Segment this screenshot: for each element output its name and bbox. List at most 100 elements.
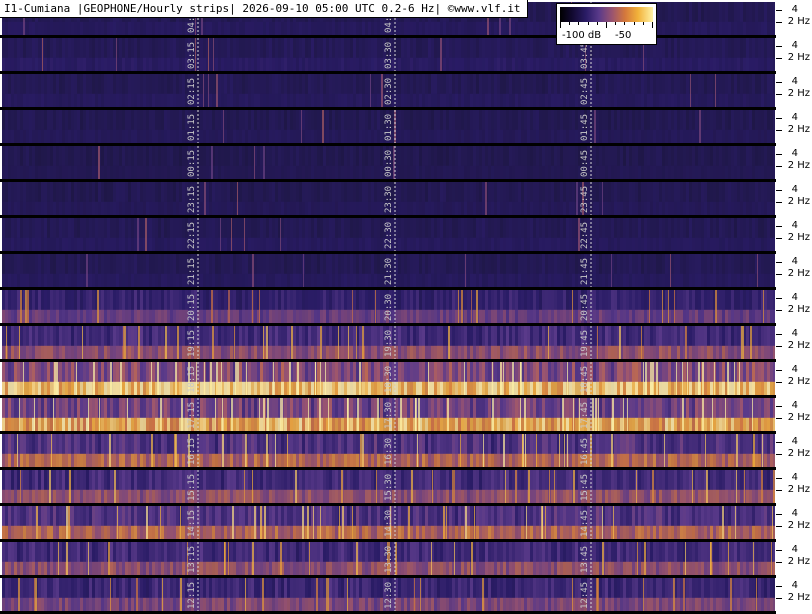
axis-tick [776,346,782,347]
time-label: 00:30 [384,150,394,177]
time-label: 23:45 [580,186,590,213]
time-label: 00:45 [580,150,590,177]
time-label: 13:45 [580,546,590,573]
axis-tick [776,130,782,131]
axis-tick [776,562,782,563]
axis-tick-label: 4 [792,41,798,51]
colorbar-tick [560,22,561,28]
axis-tick-label: 4 [792,185,798,195]
colorbar-tick [643,22,644,25]
axis-tick [776,46,782,47]
time-label: 20:30 [384,294,394,321]
frequency-axis: 4 2 Hz [776,38,812,71]
frequency-axis: 42 Hz [776,542,812,575]
axis-tick-label: 2 Hz [788,341,810,351]
axis-tick [776,490,782,491]
time-label: 16:30 [384,438,394,465]
colorbar-tick [597,22,598,25]
axis-tick-label: 2 Hz [788,125,810,135]
time-label: 19:15 [187,330,197,357]
time-label: 14:15 [187,510,197,537]
axis-tick [776,154,782,155]
time-label: 20:45 [580,294,590,321]
frequency-axis: 4 2 Hz [776,362,812,395]
colorbar-tick [588,22,589,25]
colorbar-tick [634,22,635,25]
frequency-axis: 42 Hz [776,398,812,431]
axis-tick-label: 4 [792,77,798,87]
time-label: 17:15 [187,402,197,429]
axis-tick-label: 2 Hz [788,305,810,315]
axis-tick-label: 4 [792,149,798,159]
colorbar-tick [578,22,579,25]
time-label: 16:45 [580,438,590,465]
axis-tick-label: 4 [792,509,798,519]
axis-tick-label: 2 Hz [788,53,810,63]
frequency-axis: 42 Hz [776,290,812,323]
axis-tick [776,22,782,23]
time-label: 18:45 [580,366,590,393]
time-label: 12:30 [384,582,394,609]
axis-tick-label: 4 [792,257,798,267]
time-label: 18:15 [187,366,197,393]
frequency-axis: 42 Hz [776,506,812,539]
time-label: 15:15 [187,474,197,501]
axis-tick [776,586,782,587]
time-label: 21:30 [384,258,394,285]
axis-tick-label: 4 [792,545,798,555]
axis-tick [776,298,782,299]
colorbar-tick [615,22,616,25]
time-label: 18:30 [384,366,394,393]
axis-tick-label: 4 [792,473,798,483]
axis-tick [776,166,782,167]
frequency-axis: 4 2 Hz [776,110,812,143]
colorbar-tick [569,22,570,25]
axis-tick-label: 4 [792,365,798,375]
axis-tick-label: 2 Hz [788,449,810,459]
colorbar-tick [652,22,653,28]
page-title: I1-Cumiana |GEOPHONE/Hourly strips| 2026… [0,0,528,18]
time-label: 22:15 [187,222,197,249]
time-label: 03:30 [384,42,394,69]
axis-tick [776,406,782,407]
frequency-axis: 42 Hz [776,326,812,359]
axis-tick-label: 2 Hz [788,197,810,207]
time-label: 03:45 [580,42,590,69]
time-label: 17:30 [384,402,394,429]
time-label: 13:15 [187,546,197,573]
colorbar-ticks [560,22,653,28]
axis-tick [776,382,782,383]
time-label: 23:15 [187,186,197,213]
axis-tick-label: 2 Hz [788,377,810,387]
frequency-axis: 4 2 Hz [776,182,812,215]
axis-tick [776,190,782,191]
axis-tick-label: 4 [792,5,798,15]
colorbar [560,7,653,22]
colorbar-tick [624,22,625,25]
axis-tick [776,442,782,443]
axis-tick [776,274,782,275]
time-label: 15:45 [580,474,590,501]
time-label: 13:30 [384,546,394,573]
axis-tick [776,370,782,371]
time-label: 15:30 [384,474,394,501]
axis-tick [776,10,782,11]
axis-tick [776,82,782,83]
axis-tick-label: 4 [792,221,798,231]
axis-tick [776,550,782,551]
frequency-axis: 42 Hz [776,470,812,503]
time-label: 20:15 [187,294,197,321]
time-label: 03:15 [187,42,197,69]
time-label: 01:15 [187,114,197,141]
spectrogram-canvas: 04:1504:3004:4542 Hz03:1503:3003:4542 Hz… [0,0,812,611]
time-label: 01:45 [580,114,590,141]
frequency-axis: 42 Hz [776,2,812,35]
axis-tick-label: 2 Hz [788,233,810,243]
frequency-axis: 4 2 Hz [776,218,812,251]
frequency-axis: 42 Hz [776,254,812,287]
legend-label-min: -100 dB [562,30,601,41]
time-label: 02:15 [187,78,197,105]
axis-tick [776,418,782,419]
axis-tick [776,334,782,335]
axis-tick-label: 4 [792,113,798,123]
